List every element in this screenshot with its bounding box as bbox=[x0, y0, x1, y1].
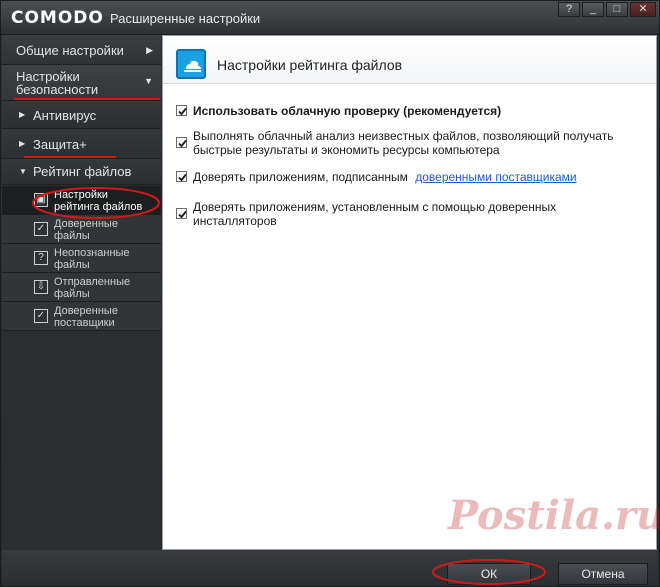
chevron-down-icon: ▼ bbox=[19, 167, 27, 176]
watermark-text: Postila.ru bbox=[448, 492, 660, 539]
title-bar[interactable]: COMODO Расширенные настройки ? _ □ ✕ bbox=[1, 1, 659, 35]
sidebar-item-label: Антивирус bbox=[33, 108, 97, 123]
advanced-settings-window: COMODO Расширенные настройки ? _ □ ✕ Общ… bbox=[0, 0, 660, 587]
minimize-button[interactable]: _ bbox=[582, 2, 604, 17]
unrecognized-files-icon: ? bbox=[34, 251, 48, 265]
sidebar-subitem-unrecognized-files[interactable]: ? Неопознанные файлы bbox=[2, 244, 161, 273]
annotation-ellipse bbox=[32, 187, 160, 219]
cloud-lookup-checkbox[interactable] bbox=[176, 105, 187, 116]
maximize-button[interactable]: □ bbox=[606, 2, 628, 17]
help-button[interactable]: ? bbox=[558, 2, 580, 17]
trust-installer-apps-checkbox[interactable] bbox=[176, 208, 187, 219]
trusted-vendors-link[interactable]: доверенными поставщиками bbox=[415, 170, 576, 184]
option-label: Доверять приложениям, подписанным довере… bbox=[193, 170, 577, 184]
sidebar-item-label: Общие настройки bbox=[16, 43, 124, 58]
sidebar-subitem-label: Неопознанные файлы bbox=[54, 247, 130, 271]
sidebar-item-label: Настройки безопасности bbox=[16, 69, 99, 97]
trusted-files-icon: ✓ bbox=[34, 222, 48, 236]
annotation-underline bbox=[24, 156, 116, 158]
panel-title: Настройки рейтинга файлов bbox=[217, 57, 403, 73]
sidebar-item-general[interactable]: Общие настройки ▶ bbox=[2, 35, 161, 65]
sidebar-subitem-label: Доверенные файлы bbox=[54, 218, 118, 242]
option-label: Выполнять облачный анализ неизвестных фа… bbox=[193, 129, 614, 157]
content-panel: Настройки рейтинга файлов Использовать о… bbox=[162, 35, 657, 550]
option-label: Доверять приложениям, установленным с по… bbox=[193, 200, 557, 228]
sidebar-item-label: Защита+ bbox=[33, 137, 87, 152]
annotation-underline bbox=[14, 98, 160, 100]
chevron-right-icon: ▶ bbox=[19, 110, 26, 119]
submitted-files-icon: ⇩ bbox=[34, 280, 48, 294]
trust-signed-apps-checkbox[interactable] bbox=[176, 171, 187, 182]
sidebar-item-security[interactable]: Настройки безопасности ▼ bbox=[2, 65, 161, 101]
sidebar-item-antivirus[interactable]: ▶ Антивирус bbox=[2, 101, 161, 129]
sidebar-item-label: Рейтинг файлов bbox=[33, 164, 132, 179]
panel-header: Настройки рейтинга файлов bbox=[163, 36, 656, 84]
sidebar-nav: Общие настройки ▶ Настройки безопасности… bbox=[2, 35, 161, 550]
sidebar-subitem-label: Отправленные файлы bbox=[54, 276, 131, 300]
sidebar-item-defense-plus[interactable]: ▶ Защита+ bbox=[2, 129, 161, 159]
annotation-ellipse bbox=[432, 559, 546, 585]
cloud-analysis-checkbox[interactable] bbox=[176, 137, 187, 148]
sidebar-subitem-trusted-vendors[interactable]: ✓ Доверенные поставщики bbox=[2, 302, 161, 331]
trusted-vendors-icon: ✓ bbox=[34, 309, 48, 323]
file-rating-icon bbox=[176, 49, 206, 79]
sidebar-subitem-submitted-files[interactable]: ⇩ Отправленные файлы bbox=[2, 273, 161, 302]
option-label: Использовать облачную проверку (рекоменд… bbox=[193, 104, 502, 118]
dialog-footer: ОК Отмена bbox=[2, 550, 658, 586]
sidebar-subitem-label: Доверенные поставщики bbox=[54, 305, 118, 329]
comodo-logo: COMODO bbox=[11, 8, 104, 28]
sidebar-item-file-rating[interactable]: ▼ Рейтинг файлов bbox=[2, 159, 161, 185]
close-button[interactable]: ✕ bbox=[630, 2, 656, 17]
chevron-right-icon: ▶ bbox=[19, 139, 26, 148]
window-title: Расширенные настройки bbox=[110, 11, 261, 26]
chevron-down-icon: ▼ bbox=[144, 76, 153, 86]
cancel-button[interactable]: Отмена bbox=[558, 563, 648, 585]
chevron-right-icon: ▶ bbox=[146, 45, 153, 55]
